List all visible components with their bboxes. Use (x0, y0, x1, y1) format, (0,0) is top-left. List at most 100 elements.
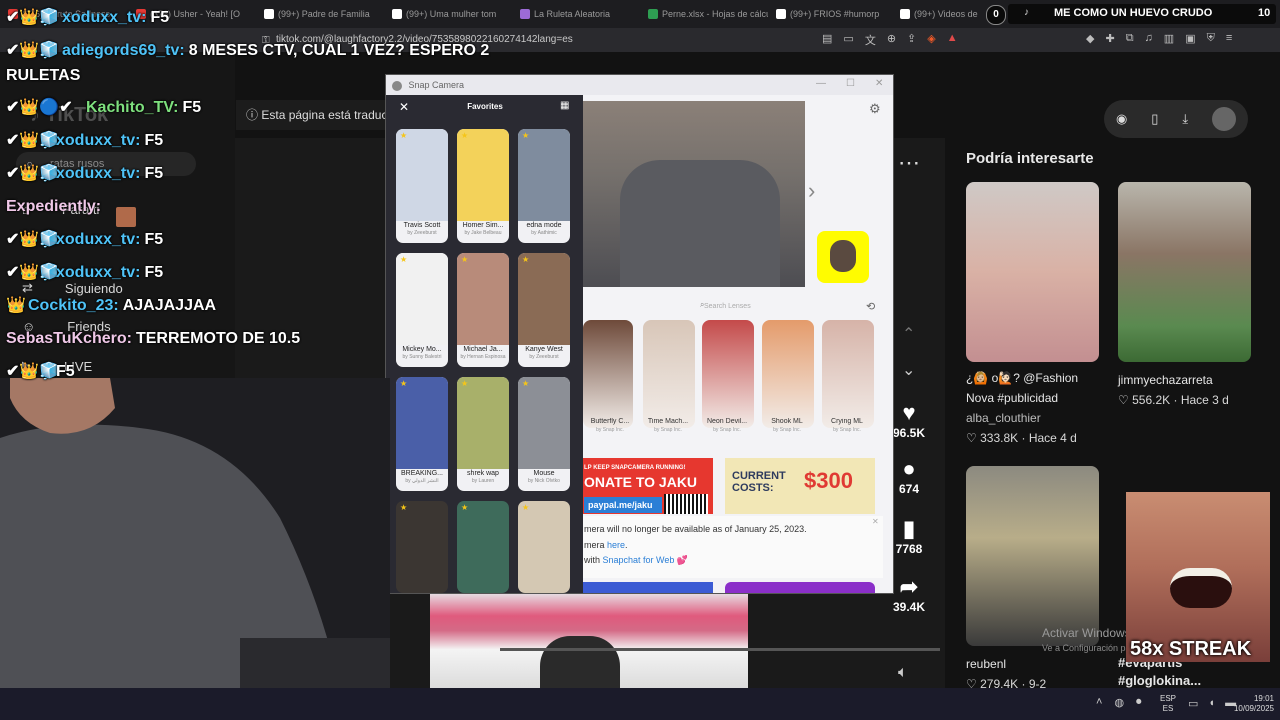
favorite-lens[interactable]: ★ Homer Sim... by Jake Belbeau (457, 129, 509, 243)
screen-icon[interactable]: ▭ (843, 32, 853, 48)
chat-username[interactable]: Kachito_TV: (86, 99, 178, 116)
suggestion-card[interactable] (966, 182, 1099, 362)
rewards-icon[interactable]: ▲ (947, 32, 958, 48)
grid-view-icon[interactable]: ▦ (560, 100, 569, 111)
chat-badges-icon: ✔👑🔵✔ (6, 99, 73, 116)
volume-icon[interactable]: 🔈︎ (898, 664, 908, 682)
lens-card[interactable] (702, 320, 754, 428)
close-window-icon[interactable]: ✕ (875, 78, 883, 89)
menu-icon[interactable]: ≡ (1226, 32, 1232, 48)
tiktok-coin-icon[interactable]: ◉ (1116, 111, 1127, 127)
history-icon[interactable]: ⟲ (866, 300, 875, 313)
maximize-icon[interactable]: ☐ (846, 78, 855, 89)
favorite-lens[interactable]: ★ Mouse by Nick Olvtko (518, 377, 570, 491)
chat-username[interactable]: xoduxx_tv: (62, 9, 146, 26)
lens-search-bar[interactable]: Search Lenses (690, 300, 894, 314)
tab-favicon-icon (392, 9, 402, 19)
more-options-icon[interactable]: ⋯ (898, 150, 920, 176)
suggestion-card[interactable] (966, 466, 1099, 646)
favorite-star-icon[interactable]: ★ (522, 379, 529, 388)
sidebar-toggle-icon[interactable]: ▥ (1164, 32, 1174, 48)
snap-settings-icon[interactable]: ⚙ (869, 101, 881, 117)
favorite-star-icon[interactable]: ★ (400, 503, 407, 512)
preview-next-icon[interactable]: › (808, 178, 815, 204)
browser-tab[interactable]: Perne.xlsx - Hojas de cálcu (648, 4, 768, 24)
favorite-star-icon[interactable]: ★ (461, 503, 468, 512)
close-favorites-icon[interactable]: ✕ (399, 100, 409, 114)
favorite-lens[interactable]: ★ (457, 501, 509, 593)
browser-tab[interactable]: (99+) Uma mulher tom (392, 4, 512, 24)
favorite-star-icon[interactable]: ★ (522, 255, 529, 264)
mic-icon[interactable]: ⏺ (1136, 696, 1142, 709)
favorite-star-icon[interactable]: ★ (461, 131, 468, 140)
reader-mode-icon[interactable]: ▤ (822, 32, 832, 48)
display-icon[interactable]: ▭ (1188, 697, 1198, 710)
avatar[interactable] (1212, 107, 1237, 131)
favorite-lens[interactable]: ★ Travis Scott by Zeeeburst (396, 129, 448, 243)
puzzle-icon[interactable]: ✚ (1105, 32, 1114, 48)
chat-username[interactable]: Expediently: (6, 198, 101, 215)
chat-username[interactable]: xoduxx_tv: (56, 231, 140, 248)
donate-link[interactable]: paypal.me/jaku (584, 497, 662, 513)
language-indicator[interactable]: ESP ES (1160, 694, 1176, 714)
chat-username[interactable]: xoduxx_tv: (56, 165, 140, 182)
zoom-icon[interactable]: ⊕ (887, 32, 896, 48)
minimize-icon[interactable]: — (816, 78, 826, 89)
costs-label: CURRENT COSTS: (732, 470, 786, 494)
browser-tab[interactable]: La Ruleta Aleatoria (520, 4, 640, 24)
favorite-lens[interactable]: ★ BREAKING... by النشر الدولي (396, 377, 448, 491)
vpn-icon[interactable]: ⛨ (1207, 32, 1215, 48)
favorite-star-icon[interactable]: ★ (461, 379, 468, 388)
favorite-lens[interactable]: ★ Kanye West by Zeeeburst (518, 253, 570, 367)
browser-tab[interactable]: (99+) Videos de (900, 4, 980, 24)
clock[interactable]: 19:01 10/09/2025 (1222, 694, 1274, 714)
lens-card[interactable] (583, 320, 633, 428)
close-notice-icon[interactable]: ✕ (872, 517, 879, 526)
lens-card[interactable] (762, 320, 814, 428)
screenshot-icon[interactable]: ⧉ (1126, 32, 1134, 48)
suggestion-card[interactable] (1118, 182, 1251, 362)
network-tray-icon[interactable]: ◍ (1114, 696, 1124, 709)
browser-tab[interactable]: (99+) Padre de Familia (264, 4, 384, 24)
favorite-lens[interactable]: ★ (396, 501, 448, 593)
suggestion-user[interactable]: jimmyechazarreta (1118, 370, 1258, 390)
wallet-icon[interactable]: ▣ (1185, 32, 1195, 48)
chat-username[interactable]: SebasTuKchero: (6, 330, 132, 347)
favorite-lens[interactable]: ★ (518, 501, 570, 593)
favorite-star-icon[interactable]: ★ (522, 503, 529, 512)
favorite-lens[interactable]: ★ Mickey Mo... by Sunny Balestri (396, 253, 448, 367)
share-icon[interactable]: ⇪ (907, 32, 916, 48)
snapchat-web-link[interactable]: Snapchat for Web (603, 555, 675, 565)
favorite-star-icon[interactable]: ★ (400, 131, 407, 140)
lens-card[interactable] (822, 320, 874, 428)
speaker-icon[interactable]: ◖ (1208, 697, 1215, 710)
favorite-star-icon[interactable]: ★ (522, 131, 529, 140)
favorite-star-icon[interactable]: ★ (400, 379, 407, 388)
chat-text: F5 (144, 132, 164, 149)
chat-message: Expediently: (6, 197, 105, 217)
extension-icon[interactable]: ◆ (1086, 32, 1094, 48)
favorite-lens[interactable]: ★ shrek wap by Lauren (457, 377, 509, 491)
translate-icon[interactable]: 文 (865, 32, 876, 48)
device-icon[interactable]: ▯ (1151, 111, 1158, 127)
brave-shield-icon[interactable]: ◈ (927, 32, 935, 48)
chevron-up-icon[interactable]: ˄ (1096, 696, 1102, 709)
chat-username[interactable]: Cockito_23: (28, 297, 119, 314)
favorite-lens[interactable]: ★ edna mode by Aathimic (518, 129, 570, 243)
lens-card[interactable] (643, 320, 695, 428)
notice-link[interactable]: here (607, 540, 625, 550)
suggestion-user[interactable]: alba_clouthier (966, 408, 1106, 428)
browser-tab[interactable]: (99+) FRIOS #humorp (776, 4, 892, 24)
video-progress-bar[interactable] (500, 648, 940, 651)
chat-username[interactable]: adiegords69_tv: (62, 42, 185, 59)
chat-username[interactable]: xoduxx_tv: (56, 264, 140, 281)
music-icon[interactable]: ♫ (1145, 32, 1153, 48)
favorite-lens[interactable]: ★ Michael Ja... by Hernan Espinosa (457, 253, 509, 367)
next-video-icon[interactable]: ⌄ (902, 360, 915, 380)
suggestion-user[interactable]: reubenl (966, 654, 1106, 674)
favorite-star-icon[interactable]: ★ (400, 255, 407, 264)
download-icon[interactable]: ⤓ (1182, 111, 1188, 127)
prev-video-icon[interactable]: ⌃ (902, 324, 915, 344)
favorite-star-icon[interactable]: ★ (461, 255, 468, 264)
chat-username[interactable]: xoduxx_tv: (56, 132, 140, 149)
